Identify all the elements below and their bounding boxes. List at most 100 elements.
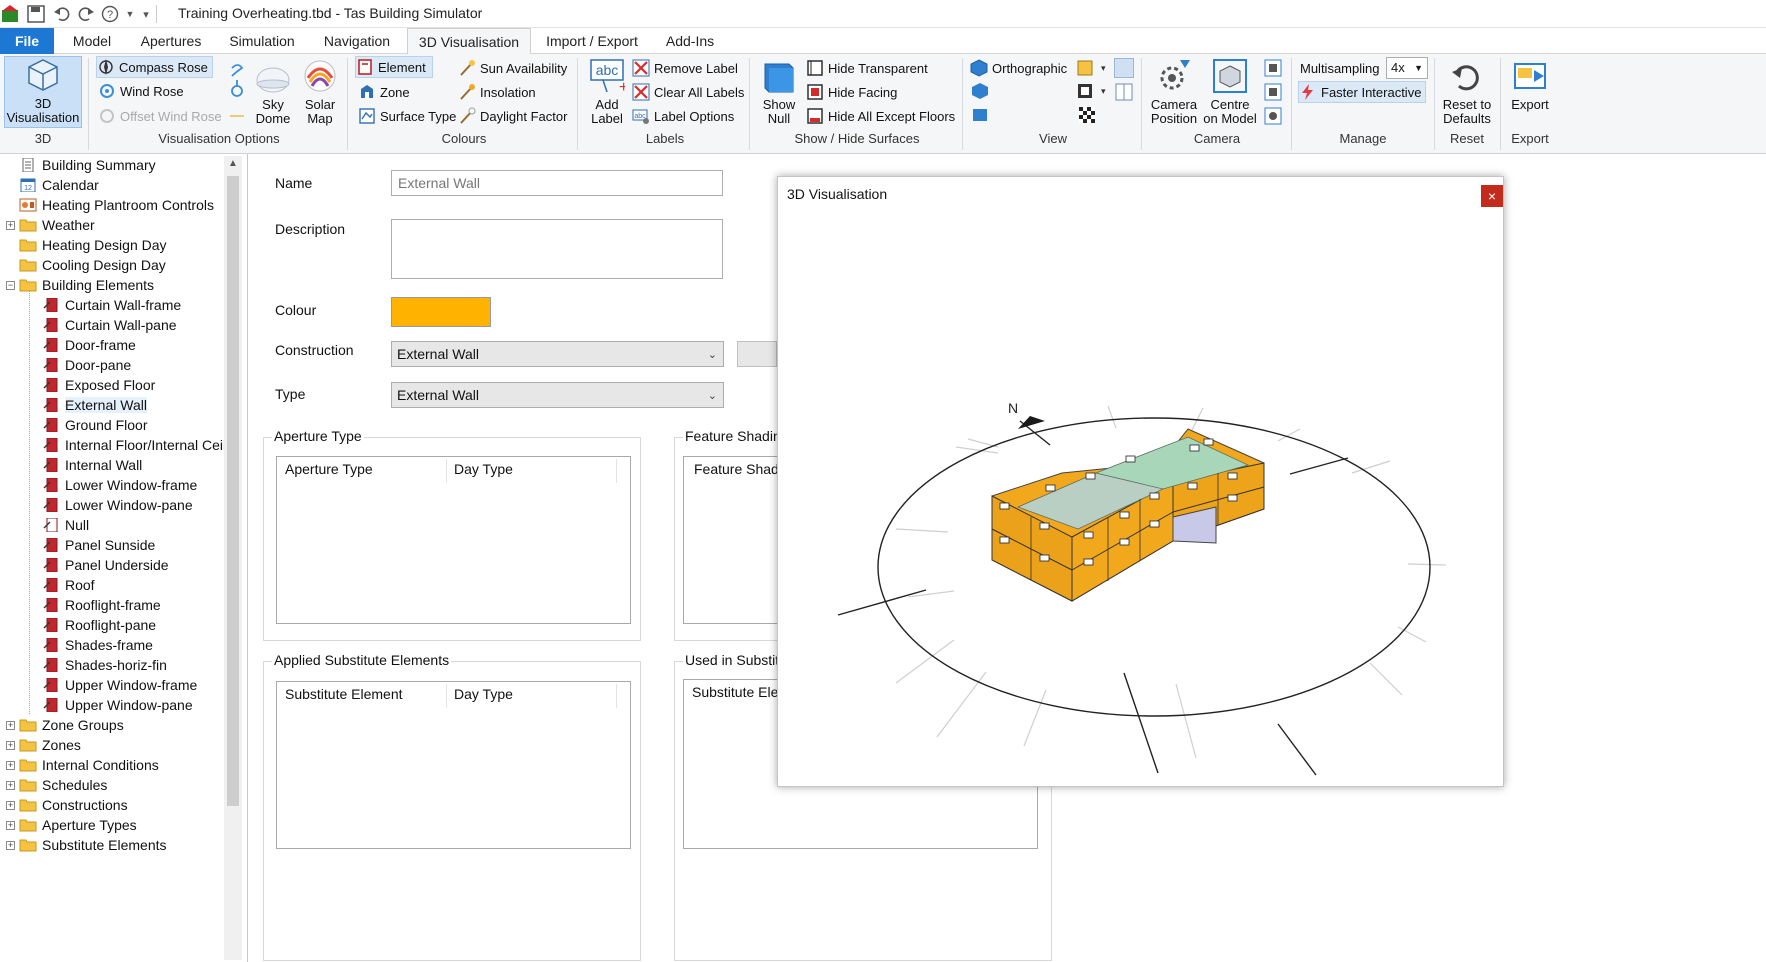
tree-child-item[interactable]: Door-pane — [42, 355, 131, 375]
tab-model[interactable]: Model — [60, 28, 124, 54]
tree-item[interactable]: Heating Design Day — [6, 235, 167, 255]
tree-scroll-thumb[interactable] — [227, 176, 239, 806]
expander-icon[interactable]: + — [6, 740, 15, 750]
hide-facing-button[interactable]: Hide Facing — [806, 81, 897, 103]
aperture-type-list[interactable]: Aperture Type Day Type — [276, 456, 631, 624]
tab-simulation[interactable]: Simulation — [218, 28, 306, 54]
feature-shade-header[interactable]: Feature Shade — [694, 461, 787, 477]
solar-map-button[interactable]: Solar Map — [298, 58, 342, 126]
camera-small-icons[interactable] — [1263, 58, 1283, 128]
display-mode-dropdown[interactable]: ▾ — [1077, 82, 1107, 100]
tab-navigation[interactable]: Navigation — [314, 28, 400, 54]
orthographic-button[interactable]: Orthographic — [970, 57, 1067, 79]
tree-child-item[interactable]: Lower Window-frame — [42, 475, 197, 495]
insolation-button[interactable]: Insolation — [458, 81, 536, 103]
wind-rose-button[interactable]: Wind Rose — [98, 80, 184, 102]
export-button[interactable]: Export — [1506, 58, 1554, 112]
tree-child-item[interactable]: Lower Window-pane — [42, 495, 193, 515]
label-options-button[interactable]: abc Label Options — [632, 105, 734, 127]
tree-child-item[interactable]: Roof — [42, 575, 95, 595]
expander-icon[interactable]: + — [6, 760, 15, 770]
view-preset-dropdown[interactable]: ▾ — [1077, 59, 1107, 77]
sun-availability-button[interactable]: Sun Availability — [458, 57, 567, 79]
tree-item[interactable]: Cooling Design Day — [6, 255, 166, 275]
undo-icon[interactable] — [52, 4, 72, 24]
colour-by-surface-type-button[interactable]: Surface Type — [358, 105, 456, 127]
hide-transparent-button[interactable]: Hide Transparent — [806, 57, 928, 79]
customize-qa-icon[interactable]: ▾ — [136, 4, 156, 24]
tree-child-item[interactable]: Curtain Wall-frame — [42, 295, 181, 315]
tab-add-ins[interactable]: Add-Ins — [654, 28, 726, 54]
applied-substitute-list[interactable]: Substitute Element Day Type — [276, 681, 631, 849]
tree-item[interactable]: + Constructions — [6, 795, 128, 815]
expander-icon[interactable]: + — [6, 800, 15, 810]
add-label-button[interactable]: abc + Add Label — [585, 58, 629, 126]
redo-icon[interactable] — [76, 4, 96, 24]
tree-child-item[interactable]: Ground Floor — [42, 415, 147, 435]
tree-child-item[interactable]: Internal Floor/Internal Ceili — [42, 435, 229, 455]
scroll-up-icon[interactable]: ▲ — [228, 158, 238, 169]
tree-item[interactable]: + Internal Conditions — [6, 755, 159, 775]
expander-icon[interactable]: − — [6, 280, 15, 290]
tree-item[interactable]: + Weather — [6, 215, 95, 235]
tree-child-item[interactable]: Rooflight-pane — [42, 615, 156, 635]
tree-item[interactable]: Heating Plantroom Controls — [6, 195, 214, 215]
tree-item[interactable]: + Substitute Elements — [6, 835, 167, 855]
tree-item[interactable]: Building Summary — [6, 155, 156, 175]
tree-child-item[interactable]: Panel Sunside — [42, 535, 155, 555]
reset-to-defaults-button[interactable]: Reset to Defaults — [1438, 58, 1496, 126]
description-field[interactable] — [391, 219, 723, 279]
sky-dome-button[interactable]: Sky Dome — [250, 58, 296, 126]
daylight-factor-button[interactable]: Daylight Factor — [458, 105, 567, 127]
3d-visualisation-button[interactable]: 3D Visualisation — [4, 56, 82, 128]
hide-all-except-floors-button[interactable]: Hide All Except Floors — [806, 105, 955, 127]
view-pane-toggle[interactable] — [1114, 58, 1134, 78]
tree-scrollbar[interactable]: ▲ — [224, 156, 242, 960]
tree-child-item[interactable]: Shades-frame — [42, 635, 153, 655]
tree-child-item[interactable]: Exposed Floor — [42, 375, 155, 395]
tree-child-item[interactable]: Upper Window-frame — [42, 675, 197, 695]
centre-on-model-button[interactable]: Centre on Model — [1202, 58, 1258, 126]
multisampling-select[interactable]: 4x ▼ — [1386, 57, 1428, 79]
colour-swatch[interactable] — [391, 297, 491, 327]
tree-item[interactable]: + Schedules — [6, 775, 107, 795]
tree-child-item[interactable]: Curtain Wall-pane — [42, 315, 177, 335]
show-null-button[interactable]: Show Null — [757, 58, 801, 126]
expander-icon[interactable]: + — [6, 840, 15, 850]
tree-child-item[interactable]: Internal Wall — [42, 455, 142, 475]
tree-item[interactable]: + Zones — [6, 735, 81, 755]
remove-label-button[interactable]: Remove Label — [632, 57, 738, 79]
substitute-element-header[interactable]: Substitute Element — [285, 686, 403, 702]
save-icon[interactable] — [26, 4, 46, 24]
construction-dropdown[interactable]: External Wall ⌄ — [391, 341, 724, 367]
day-type-header[interactable]: Day Type — [454, 461, 513, 477]
tree-child-item[interactable]: External Wall — [42, 395, 147, 415]
tree-child-item[interactable]: Rooflight-frame — [42, 595, 161, 615]
wind-toggle-icon[interactable] — [228, 60, 246, 100]
expander-icon[interactable]: + — [6, 820, 15, 830]
tab-import-export[interactable]: Import / Export — [538, 28, 646, 54]
tree-child-item[interactable]: Null — [42, 515, 89, 535]
tab-apertures[interactable]: Apertures — [132, 28, 210, 54]
tree-child-item[interactable]: Panel Underside — [42, 555, 169, 575]
colour-by-element-button[interactable]: Element — [355, 56, 433, 78]
expander-icon[interactable]: + — [6, 220, 15, 230]
help-icon[interactable]: ? — [100, 4, 120, 24]
tree-child-item[interactable]: Door-frame — [42, 335, 136, 355]
colour-by-zone-button[interactable]: Zone — [358, 81, 410, 103]
aperture-type-header[interactable]: Aperture Type — [285, 461, 373, 477]
tree-child-item[interactable]: Shades-horiz-fin — [42, 655, 167, 675]
compass-rose-button[interactable]: Compass Rose — [96, 56, 213, 78]
faster-interactive-button[interactable]: Faster Interactive — [1298, 81, 1427, 103]
type-dropdown[interactable]: External Wall ⌄ — [391, 382, 724, 408]
top-view-icon[interactable] — [970, 106, 990, 124]
applied-day-type-header[interactable]: Day Type — [454, 686, 513, 702]
tree-child-item[interactable]: Upper Window-pane — [42, 695, 193, 715]
camera-position-button[interactable]: Camera Position — [1148, 58, 1200, 126]
expander-icon[interactable]: + — [6, 780, 15, 790]
construction-edit-button[interactable] — [737, 341, 777, 367]
split-view-icon[interactable] — [1114, 82, 1134, 102]
tree-item[interactable]: 12 Calendar — [6, 175, 99, 195]
checker-icon[interactable] — [1077, 106, 1097, 124]
used-substitute-element-header[interactable]: Substitute Elem — [692, 684, 790, 700]
